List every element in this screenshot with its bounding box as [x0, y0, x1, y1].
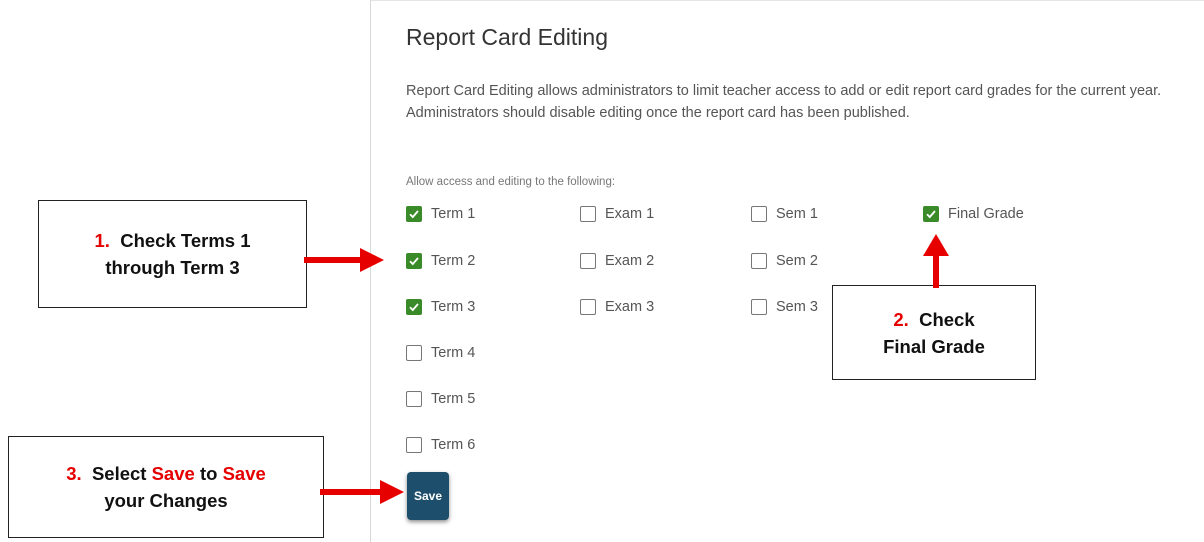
callout-step-3-save-word-1: Save [151, 463, 195, 484]
checkbox-term-4-box[interactable] [406, 345, 422, 361]
checkbox-exam-1[interactable]: Exam 1 [580, 206, 654, 222]
callout-step-1-text-1: Check Terms 1 [120, 230, 251, 251]
checkbox-term-6-box[interactable] [406, 437, 422, 453]
checkbox-sem-1-label: Sem 1 [776, 206, 818, 222]
callout-step-3-save-word-2: Save [222, 463, 266, 484]
checkbox-sem-3[interactable]: Sem 3 [751, 299, 818, 315]
checkbox-final-grade-label: Final Grade [948, 206, 1024, 222]
checkbox-term-5[interactable]: Term 5 [406, 391, 475, 407]
save-button[interactable]: Save [407, 472, 449, 520]
checkbox-term-1[interactable]: Term 1 [406, 206, 475, 222]
checkbox-exam-3-label: Exam 3 [605, 299, 655, 315]
checkbox-exam-3[interactable]: Exam 3 [580, 299, 654, 315]
checkbox-sem-3-label: Sem 3 [776, 299, 818, 315]
callout-step-2-number: 2. [893, 308, 909, 330]
checkbox-term-6-label: Term 6 [431, 437, 476, 453]
checkbox-term-1-label: Term 1 [431, 206, 476, 222]
checkbox-sem-2-box[interactable] [751, 253, 767, 269]
callout-step-3-number: 3. [66, 463, 82, 484]
arrow-right-to-terms [304, 248, 384, 272]
checkbox-final-grade-box[interactable] [923, 206, 939, 222]
callout-step-1-text-2: through Term 3 [105, 257, 240, 278]
callout-step-3-pre: Select [91, 463, 152, 484]
checkbox-exam-1-label: Exam 1 [605, 206, 655, 222]
checkbox-sem-3-box[interactable] [751, 299, 767, 315]
arrow-up-to-final-grade [923, 234, 949, 288]
checkbox-term-4-label: Term 4 [431, 345, 476, 361]
checkbox-term-4[interactable]: Term 4 [406, 345, 475, 361]
checkbox-term-3-box[interactable] [406, 299, 422, 315]
callout-step-2-line-1: 2. Check [833, 306, 1035, 333]
checkbox-term-5-label: Term 5 [431, 391, 476, 407]
checkbox-exam-2[interactable]: Exam 2 [580, 253, 654, 269]
checkbox-term-3-label: Term 3 [431, 299, 476, 315]
checkbox-exam-3-box[interactable] [580, 299, 596, 315]
callout-step-2-text-2: Final Grade [883, 335, 985, 357]
arrow-right-to-save [320, 480, 404, 504]
callout-step-3-text-2: your Changes [104, 490, 228, 511]
page-title: Report Card Editing [406, 24, 608, 50]
checkbox-term-2-label: Term 2 [431, 253, 476, 269]
checkbox-term-5-box[interactable] [406, 391, 422, 407]
callout-step-1: 1. Check Terms 1 through Term 3 [38, 200, 307, 308]
page-description: Report Card Editing allows administrator… [406, 83, 1162, 121]
checkbox-term-6[interactable]: Term 6 [406, 437, 475, 453]
check-icon [926, 210, 936, 219]
callout-step-1-number: 1. [94, 230, 110, 251]
callout-step-1-line-1: 1. Check Terms 1 [39, 227, 306, 254]
checkbox-term-2-box[interactable] [406, 253, 422, 269]
check-icon [409, 257, 419, 266]
checkbox-term-1-box[interactable] [406, 206, 422, 222]
checkbox-sem-2[interactable]: Sem 2 [751, 253, 818, 269]
allow-access-label: Allow access and editing to the followin… [406, 176, 616, 188]
callout-step-2-text-1: Check [919, 308, 975, 330]
check-icon [409, 303, 419, 312]
checkbox-sem-1-box[interactable] [751, 206, 767, 222]
checkbox-exam-2-label: Exam 2 [605, 253, 655, 269]
checkbox-final-grade[interactable]: Final Grade [923, 206, 1024, 222]
callout-step-3-line-1: 3. Select Save to Save [9, 460, 323, 487]
callout-step-3: 3. Select Save to Save your Changes [8, 436, 324, 538]
callout-step-2: 2. Check Final Grade [832, 285, 1036, 380]
checkbox-sem-2-label: Sem 2 [776, 253, 818, 269]
checkbox-exam-1-box[interactable] [580, 206, 596, 222]
checkbox-exam-2-box[interactable] [580, 253, 596, 269]
callout-step-3-mid: to [194, 463, 223, 484]
check-icon [409, 210, 419, 219]
checkbox-term-3[interactable]: Term 3 [406, 299, 475, 315]
checkbox-sem-1[interactable]: Sem 1 [751, 206, 818, 222]
checkbox-term-2[interactable]: Term 2 [406, 253, 475, 269]
